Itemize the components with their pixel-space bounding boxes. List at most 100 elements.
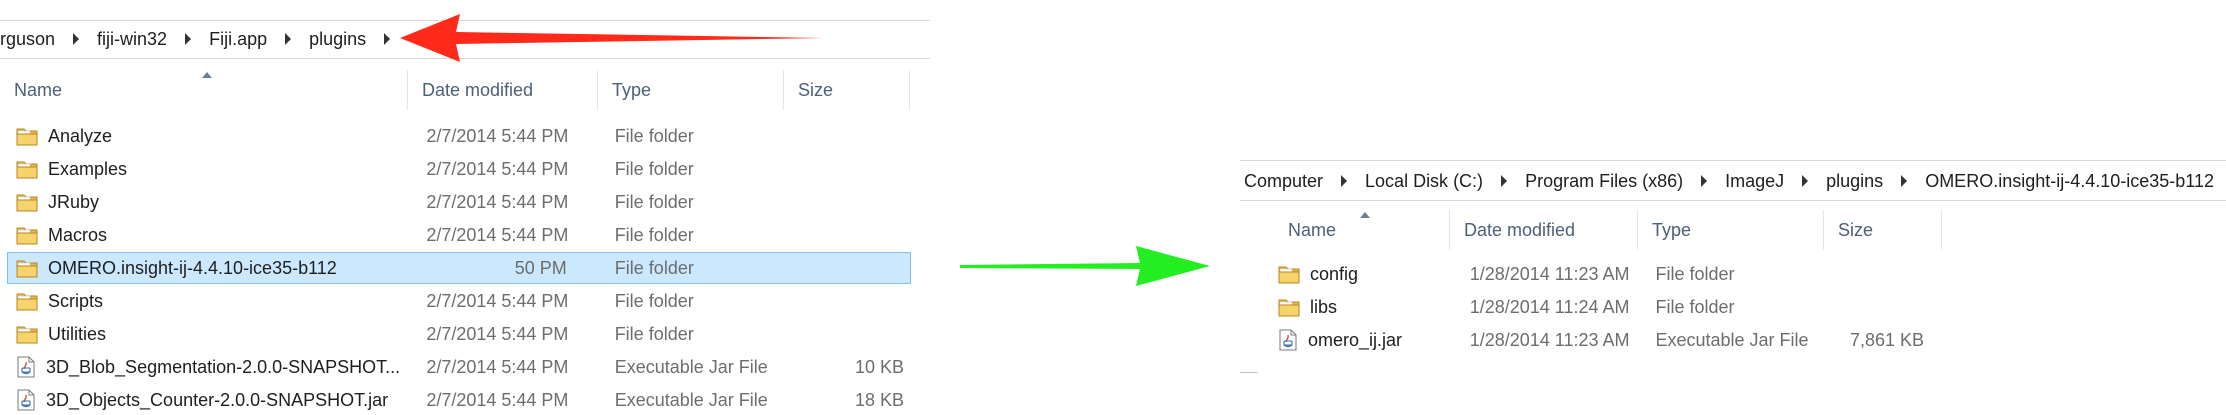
file-name-cell[interactable]: Examples [8, 158, 412, 180]
column-header-date[interactable]: Date modified [1450, 210, 1638, 250]
column-header-size[interactable]: Size [784, 70, 910, 110]
file-row[interactable]: Analyze 2/7/2014 5:44 PM File folder [8, 121, 910, 151]
file-row[interactable]: Macros 2/7/2014 5:44 PM File folder [8, 220, 910, 250]
column-header-date[interactable]: Date modified [408, 70, 598, 110]
file-name: Utilities [48, 323, 107, 344]
file-name: config [1310, 263, 1359, 284]
folder-icon [16, 161, 38, 179]
chevron-right-icon[interactable] [285, 33, 292, 45]
date-modified-cell: 2/7/2014 5:44 PM [426, 191, 569, 212]
file-row[interactable]: 3D_Objects_Counter-2.0.0-SNAPSHOT.jar 2/7… [8, 385, 910, 415]
file-row[interactable]: Utilities 2/7/2014 5:44 PM File folder [8, 319, 910, 349]
date-modified-cell: 1/28/2014 11:24 AM [1469, 296, 1630, 317]
file-size-cell: 10 KB [854, 356, 904, 377]
chevron-right-icon[interactable] [1341, 175, 1348, 187]
file-name-cell[interactable]: 3D_Blob_Segmentation-2.0.0-SNAPSHOT... [8, 356, 412, 378]
column-header-type[interactable]: Type [1638, 210, 1824, 250]
green-arrow-shape [960, 246, 1210, 286]
file-size-cell: 18 KB [854, 389, 904, 410]
folder-icon [16, 260, 38, 278]
file-type-cell: File folder [614, 158, 694, 179]
file-name: Scripts [48, 290, 104, 311]
file-type-cell: File folder [614, 224, 694, 245]
column-header-type[interactable]: Type [598, 70, 784, 110]
right-breadcrumb: Computer Local Disk (C:) Program Files (… [1242, 165, 2226, 197]
column-header-name[interactable]: Name [0, 70, 408, 110]
breadcrumb-item[interactable]: OMERO.insight-ij-4.4.10-ice35-b112 [1919, 171, 2220, 192]
chevron-right-icon[interactable] [185, 33, 192, 45]
breadcrumb-item[interactable]: Program Files (x86) [1519, 171, 1689, 192]
breadcrumb-divider [1240, 160, 2226, 161]
jar-file-icon [17, 356, 35, 378]
folder-icon [16, 194, 38, 212]
column-header-name[interactable]: Name [1274, 210, 1450, 250]
date-modified-cell: 2/7/2014 5:44 PM [426, 125, 569, 146]
file-row[interactable]: Examples 2/7/2014 5:44 PM File folder [8, 154, 910, 184]
file-type-cell: File folder [1655, 296, 1735, 317]
folder-icon [16, 128, 38, 146]
file-name: Analyze [48, 125, 113, 146]
file-name-cell[interactable]: OMERO.insight-ij-4.4.10-ice35-b112 [8, 257, 412, 279]
left-breadcrumb: rguson fiji-win32 Fiji.app plugins [0, 24, 402, 54]
date-modified-cell: 1/28/2014 11:23 AM [1469, 263, 1630, 284]
file-name-cell[interactable]: omero_ij.jar [1270, 329, 1456, 351]
file-row[interactable]: 3D_Blob_Segmentation-2.0.0-SNAPSHOT... 2/… [8, 352, 910, 382]
status-divider [1240, 372, 1258, 373]
file-row[interactable]: OMERO.insight-ij-4.4.10-ice35-b112 50 PM F… [7, 252, 911, 284]
breadcrumb-item[interactable]: Fiji.app [203, 29, 273, 50]
jar-file-icon [17, 389, 35, 411]
file-name-cell[interactable]: JRuby [8, 191, 412, 213]
left-column-header: Name Date modified Type Size [0, 70, 910, 110]
file-name-cell[interactable]: Utilities [8, 323, 412, 345]
chevron-right-icon[interactable] [73, 33, 80, 45]
file-row[interactable]: Scripts 2/7/2014 5:44 PM File folder [8, 286, 910, 316]
file-type-cell: Executable Jar File [1655, 329, 1809, 350]
file-name-cell[interactable]: Analyze [8, 125, 412, 147]
file-type-cell: File folder [614, 125, 694, 146]
chevron-right-icon[interactable] [384, 33, 391, 45]
sort-ascending-icon [202, 72, 212, 78]
column-divider[interactable] [909, 70, 910, 110]
breadcrumb-divider [1240, 200, 2226, 201]
column-divider[interactable] [1941, 210, 1942, 250]
folder-icon [16, 326, 38, 344]
breadcrumb-item[interactable]: plugins [1820, 171, 1889, 192]
file-name: Examples [48, 158, 128, 179]
date-modified-cell: 2/7/2014 5:44 PM [426, 158, 569, 179]
file-name-cell[interactable]: 3D_Objects_Counter-2.0.0-SNAPSHOT.jar [8, 389, 412, 411]
column-header-size[interactable]: Size [1824, 210, 1942, 250]
file-name: JRuby [48, 191, 100, 212]
date-modified-cell: 50 PM [514, 257, 567, 278]
file-row[interactable]: JRuby 2/7/2014 5:44 PM File folder [8, 187, 910, 217]
date-modified-cell: 2/7/2014 5:44 PM [426, 323, 569, 344]
date-modified-cell: 2/7/2014 5:44 PM [426, 290, 569, 311]
file-name-cell[interactable]: config [1270, 263, 1456, 285]
folder-icon [1278, 266, 1300, 284]
file-name: omero_ij.jar [1308, 329, 1403, 350]
breadcrumb-item[interactable]: rguson [0, 29, 61, 50]
date-modified-cell: 1/28/2014 11:23 AM [1469, 329, 1630, 350]
file-name-cell[interactable]: Scripts [8, 290, 412, 312]
breadcrumb-item[interactable]: Computer [1242, 171, 1329, 192]
chevron-right-icon[interactable] [1802, 175, 1809, 187]
breadcrumb-item[interactable]: plugins [303, 29, 372, 50]
file-type-cell: File folder [614, 257, 694, 278]
right-explorer-pane: Computer Local Disk (C:) Program Files (… [1230, 0, 2226, 412]
breadcrumb-item[interactable]: ImageJ [1719, 171, 1790, 192]
green-arrow-annotation [960, 246, 1210, 286]
chevron-right-icon[interactable] [1901, 175, 1908, 187]
file-name-cell[interactable]: Macros [8, 224, 412, 246]
date-modified-cell: 2/7/2014 5:44 PM [426, 356, 569, 377]
file-row[interactable]: config 1/28/2014 11:23 AM File folder [1270, 259, 1942, 289]
breadcrumb-item[interactable]: Local Disk (C:) [1359, 171, 1489, 192]
chevron-right-icon[interactable] [1501, 175, 1508, 187]
right-column-header: Name Date modified Type Size [1274, 210, 1942, 250]
breadcrumb-item[interactable]: fiji-win32 [91, 29, 173, 50]
file-type-cell: Executable Jar File [614, 389, 768, 410]
chevron-right-icon[interactable] [1701, 175, 1708, 187]
file-name-cell[interactable]: libs [1270, 296, 1456, 318]
folder-icon [1278, 299, 1300, 317]
file-row[interactable]: omero_ij.jar 1/28/2014 11:23 AM Executable… [1270, 325, 1942, 355]
file-size-cell: 7,861 KB [1849, 329, 1924, 350]
file-row[interactable]: libs 1/28/2014 11:24 AM File folder [1270, 292, 1942, 322]
